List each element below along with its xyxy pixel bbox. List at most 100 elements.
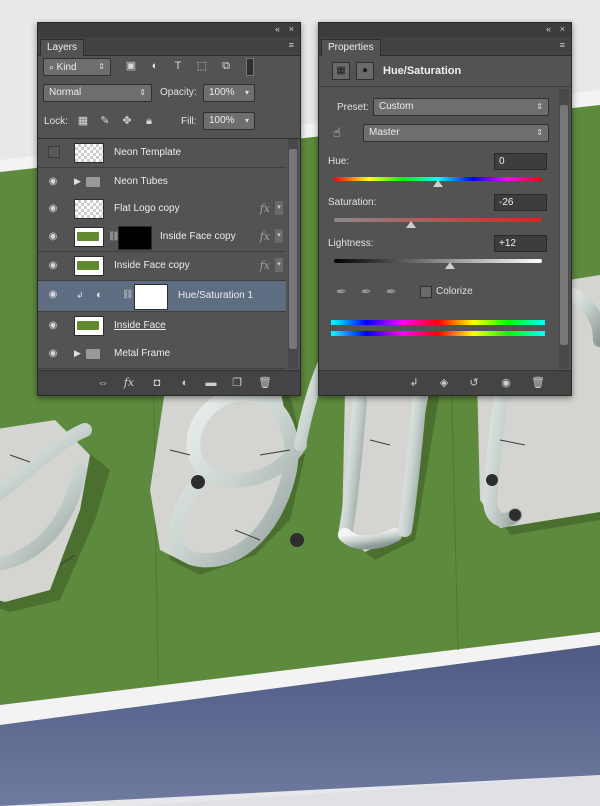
type-icon[interactable]: T [171,59,185,73]
saturation-slider-track[interactable] [334,218,542,222]
mask-icon[interactable]: ● [356,62,374,80]
scrollbar-thumb[interactable] [560,105,568,345]
fill-field[interactable]: 100% ▾ [203,112,255,130]
fx-icon[interactable]: fx [260,202,270,215]
trash-icon[interactable]: 🗑︎ [531,376,545,390]
blend-mode-value: Normal [49,87,82,98]
tab-properties[interactable]: Properties [321,39,381,56]
lock-label: Lock: [44,116,68,127]
adjustment-icon[interactable]: ◐ [148,59,162,73]
channel-dropdown[interactable]: Master ⇕ [363,124,549,142]
layer-row-selected[interactable]: ◉ ↲ ◐ ⛓︎ Hue/Saturation 1 [38,281,286,312]
targeted-adjustment-hand-icon[interactable]: ☝︎ [333,125,341,141]
layer-name: Inside Face copy [160,231,236,242]
panel-menu-icon[interactable]: ≡ [560,40,565,50]
eye-icon[interactable]: ◉ [46,348,60,360]
layer-thumbnail [74,316,104,336]
new-adjustment-icon[interactable]: ◐ [178,376,192,390]
hue-input[interactable]: 0 [494,153,547,170]
blend-mode-dropdown[interactable]: Normal ⇕ [43,84,152,102]
lightness-input[interactable]: +12 [494,235,547,252]
eyedropper-plus-icon[interactable]: ✒︎ [361,284,372,300]
eye-icon[interactable]: ◉ [46,260,60,272]
hue-value: 0 [499,156,505,167]
filter-toggle[interactable] [246,58,254,76]
preset-dropdown[interactable]: Custom ⇕ [373,98,549,116]
trash-icon[interactable]: 🗑︎ [258,376,272,390]
new-group-icon[interactable]: ▬ [204,376,218,390]
saturation-input[interactable]: -26 [494,194,547,211]
fx-expand-icon[interactable]: ▾ [275,201,283,215]
tube-cap [486,474,498,486]
expand-triangle-icon[interactable]: ▶ [74,348,81,359]
saturation-slider-knob[interactable] [405,221,416,228]
fx-icon[interactable]: fx [260,230,270,243]
layer-row[interactable]: Neon Template [38,139,286,168]
new-layer-icon[interactable]: ❐ [230,376,244,390]
layer-row[interactable]: ◉ ⛓︎ Inside Face copy fx ▾ [38,223,286,252]
shape-icon[interactable]: ⬚ [195,59,209,73]
image-icon[interactable]: ▣ [124,59,138,73]
view-previous-icon[interactable]: ◈ [437,376,451,390]
lock-icon[interactable]: 🔒︎ [142,114,156,128]
layer-mask-thumbnail[interactable] [118,226,152,250]
move-icon[interactable]: ✥ [120,114,134,128]
layer-mask-thumbnail[interactable] [134,284,168,310]
filter-kind-dropdown[interactable]: ⌕ Kind ⇕ [43,58,111,76]
scrollbar-thumb[interactable] [289,149,297,349]
lightness-slider-track[interactable] [334,259,542,263]
neon-tube [338,528,402,550]
eye-icon[interactable]: ◉ [46,289,60,301]
lock-transparent-icon[interactable]: ▦ [76,114,90,128]
layer-name: Inside Face copy [114,260,190,271]
reset-icon[interactable]: ↺ [467,376,481,390]
layer-row[interactable]: ◉ ▶ Metal Frame [38,340,286,369]
add-mask-icon[interactable]: ◘ [150,376,164,390]
properties-scrollbar[interactable] [559,89,569,369]
expand-triangle-icon[interactable]: ▶ [74,176,81,187]
panel-menu-icon[interactable]: ≡ [289,40,294,50]
chevron-down-icon: ▾ [244,88,249,97]
layers-panel-topbar: « × [38,23,300,37]
eyedropper-icon[interactable]: ✒︎ [336,284,347,300]
opacity-field[interactable]: 100% ▾ [203,84,255,102]
layer-row[interactable]: ◉ Flat Logo copy fx ▾ [38,195,286,224]
tab-layers[interactable]: Layers [40,39,85,56]
layer-name: Hue/Saturation 1 [178,290,254,301]
properties-tabrow: Properties ≡ [319,37,571,56]
collapse-icon[interactable]: « [275,24,280,34]
link-icon[interactable]: ⛓︎ [122,289,133,300]
fx-expand-icon[interactable]: ▾ [275,229,283,243]
eyedropper-minus-icon[interactable]: ✒︎ [386,284,397,300]
properties-bottom-toolbar: ↲ ◈ ↺ ◉ 🗑︎ [319,370,571,395]
link-layers-icon[interactable]: ⇔ [96,376,110,390]
layer-thumbnail [74,199,104,219]
eye-icon[interactable]: ◉ [46,203,60,215]
eye-icon[interactable]: ◉ [499,376,513,390]
collapse-icon[interactable]: « [546,24,551,34]
eye-icon[interactable]: ◉ [46,176,60,188]
layer-row[interactable]: ◉ ▶ Neon Tubes [38,168,286,197]
folder-icon [86,177,100,187]
layer-row[interactable]: ◉ Inside Face [38,312,286,341]
adjustment-layer-icon[interactable]: ▦ [332,62,350,80]
clip-to-layer-icon[interactable]: ↲ [407,376,421,390]
close-icon[interactable]: × [560,24,565,34]
visibility-toggle-off[interactable] [48,146,60,158]
layers-scrollbar[interactable] [288,139,298,369]
hue-slider-knob[interactable] [433,180,443,187]
layers-bottom-toolbar: ⇔ fx ◘ ◐ ▬ ❐ 🗑︎ [38,370,300,395]
layer-row[interactable]: ◉ Inside Face copy fx ▾ [38,252,286,281]
smart-object-icon[interactable]: ⧉ [219,59,233,73]
fx-icon[interactable]: fx [260,259,270,272]
lightness-slider-knob[interactable] [445,262,456,269]
eye-icon[interactable]: ◉ [46,231,60,243]
chevron-down-icon: ▾ [244,116,249,125]
fx-expand-icon[interactable]: ▾ [275,258,283,272]
eye-icon[interactable]: ◉ [46,320,60,332]
chevron-updown-icon: ⇕ [139,88,146,97]
colorize-checkbox[interactable] [420,286,432,298]
brush-icon[interactable]: ✎ [98,114,112,128]
close-icon[interactable]: × [289,24,294,34]
fx-icon[interactable]: fx [122,376,136,390]
